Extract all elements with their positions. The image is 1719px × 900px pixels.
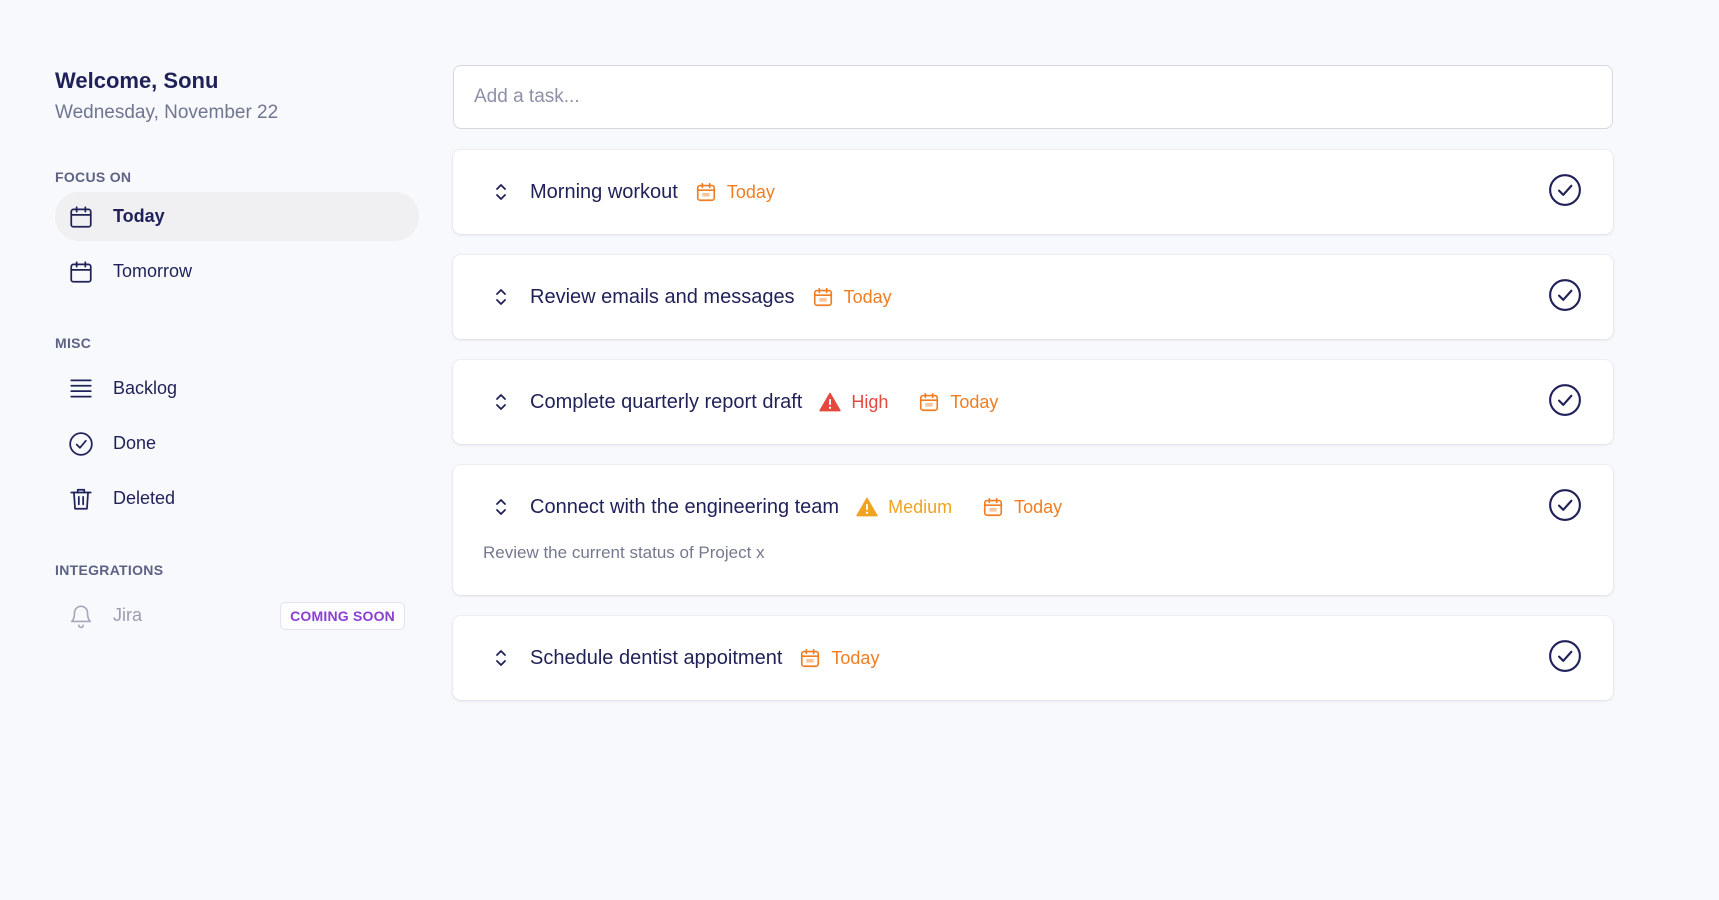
reorder-handle-icon[interactable] xyxy=(481,487,521,527)
sidebar-item-done[interactable]: Done xyxy=(55,419,419,468)
task-card[interactable]: Schedule dentist appoitment Today xyxy=(453,616,1613,700)
warning-icon xyxy=(856,497,878,517)
due-date-label: Today xyxy=(843,286,892,307)
task-title: Schedule dentist appoitment xyxy=(530,646,783,669)
section-title-misc: MISC xyxy=(55,335,92,351)
calendar-icon xyxy=(799,647,821,669)
sidebar-item-label: Tomorrow xyxy=(113,261,193,281)
task-card[interactable]: Complete quarterly report draft High Tod… xyxy=(453,360,1613,444)
calendar-icon xyxy=(812,286,834,308)
calendar-icon xyxy=(695,181,717,203)
priority-badge[interactable]: High xyxy=(807,382,900,422)
check-circle-icon xyxy=(67,430,94,457)
integrations-nav: Jira COMING SOON xyxy=(55,591,419,640)
trash-icon xyxy=(67,485,94,512)
sidebar-item-deleted[interactable]: Deleted xyxy=(55,474,419,523)
reorder-handle-icon[interactable] xyxy=(481,382,521,422)
task-title: Complete quarterly report draft xyxy=(530,390,803,413)
priority-label: High xyxy=(851,391,889,412)
bell-icon xyxy=(67,602,94,629)
focus-nav: Today Tomorrow xyxy=(55,192,419,296)
sidebar-item-today[interactable]: Today xyxy=(55,192,419,241)
due-date-label: Today xyxy=(950,391,999,412)
sidebar-item-label: Backlog xyxy=(113,378,178,398)
sidebar-item-label: Deleted xyxy=(113,488,176,508)
coming-soon-badge: COMING SOON xyxy=(280,601,405,630)
sidebar-item-label: Jira xyxy=(113,605,143,625)
due-date-label: Today xyxy=(1014,496,1063,517)
due-date-label: Today xyxy=(726,181,775,202)
welcome-heading: Welcome, Sonu xyxy=(55,68,219,93)
task-card[interactable]: Connect with the engineering team Medium… xyxy=(453,465,1613,595)
task-panel: Morning workout Today Review emails and … xyxy=(453,65,1613,700)
task-title: Connect with the engineering team xyxy=(530,495,840,518)
due-date-badge[interactable]: Today xyxy=(787,638,891,678)
task-title: Morning workout xyxy=(530,180,678,203)
sidebar-item-jira: Jira COMING SOON xyxy=(55,591,419,640)
complete-task-button[interactable] xyxy=(1547,172,1583,208)
priority-badge[interactable]: Medium xyxy=(844,487,964,527)
task-card[interactable]: Morning workout Today xyxy=(453,150,1613,234)
complete-task-button[interactable] xyxy=(1547,638,1583,674)
warning-icon xyxy=(819,392,842,412)
calendar-icon xyxy=(67,258,94,285)
calendar-icon xyxy=(982,496,1004,518)
due-date-label: Today xyxy=(831,647,880,668)
due-date-badge[interactable]: Today xyxy=(800,277,904,317)
sidebar-item-label: Today xyxy=(113,206,165,226)
list-icon xyxy=(67,375,94,402)
sidebar-item-tomorrow[interactable]: Tomorrow xyxy=(55,247,419,296)
calendar-icon xyxy=(918,391,940,413)
current-date: Wednesday, November 22 xyxy=(55,102,279,123)
reorder-handle-icon[interactable] xyxy=(481,277,521,317)
task-card[interactable]: Review emails and messages Today xyxy=(453,255,1613,339)
section-title-focus: FOCUS ON xyxy=(55,169,132,185)
task-title: Review emails and messages xyxy=(530,285,795,308)
task-description: Review the current status of Project x xyxy=(483,543,765,562)
add-task-input[interactable] xyxy=(453,65,1613,129)
priority-label: Medium xyxy=(888,496,953,517)
sidebar-item-backlog[interactable]: Backlog xyxy=(55,364,419,413)
complete-task-button[interactable] xyxy=(1547,487,1583,523)
complete-task-button[interactable] xyxy=(1547,382,1583,418)
misc-nav: Backlog Done Deleted xyxy=(55,364,419,523)
calendar-icon xyxy=(67,203,94,230)
due-date-badge[interactable]: Today xyxy=(970,487,1074,527)
due-date-badge[interactable]: Today xyxy=(683,172,787,212)
section-title-integrations: INTEGRATIONS xyxy=(55,562,164,578)
sidebar: Welcome, Sonu Wednesday, November 22 FOC… xyxy=(55,66,419,646)
complete-task-button[interactable] xyxy=(1547,277,1583,313)
sidebar-item-label: Done xyxy=(113,433,157,453)
reorder-handle-icon[interactable] xyxy=(481,638,521,678)
due-date-badge[interactable]: Today xyxy=(906,382,1010,422)
reorder-handle-icon[interactable] xyxy=(481,172,521,212)
